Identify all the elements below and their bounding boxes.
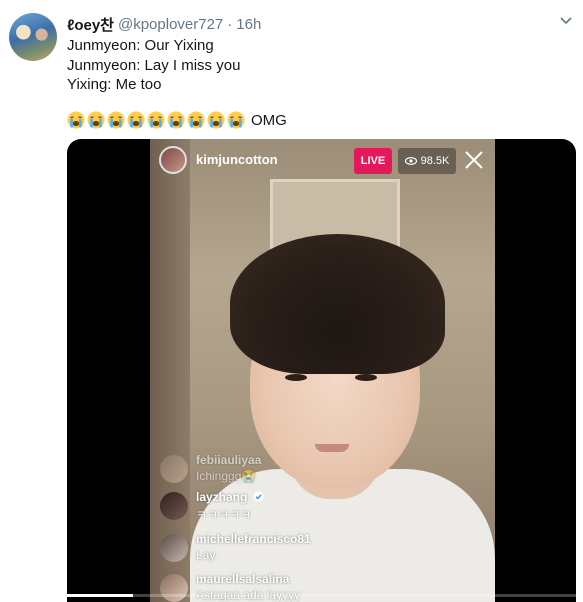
tweet-header: ℓoey찬 @kpoplover727 · 16h (67, 14, 261, 34)
comment-text: Lay (196, 548, 216, 562)
comment-user: maurellsalsalina (196, 572, 290, 586)
eye-icon (404, 157, 417, 165)
tweet-line: Yixing: Me too (67, 76, 162, 93)
video-progress-fill (67, 594, 134, 597)
separator-dot: · (227, 15, 233, 33)
comment-text: Ichinggg😭 (196, 469, 257, 483)
commenter-avatar (160, 534, 188, 562)
tweet-line: Junmyeon: Our Yixing (67, 37, 214, 54)
tweet-text: Junmyeon: Our Yixing Junmyeon: Lay I mis… (67, 36, 240, 95)
scene-mouth (315, 444, 349, 452)
loudly-crying-face-icon (107, 111, 125, 129)
comment-user: michellefrancisco81 (196, 532, 311, 546)
scene-eye (355, 374, 377, 381)
close-icon[interactable] (463, 149, 485, 171)
timestamp[interactable]: 16h (236, 16, 261, 33)
tweet-line: Junmyeon: Lay I miss you (67, 56, 241, 74)
loudly-crying-face-icon (127, 111, 145, 129)
viewer-badge: 98.5K (398, 148, 456, 174)
tweet[interactable]: ℓoey찬 @kpoplover727 · 16h Junmyeon: Our … (0, 0, 583, 602)
display-name[interactable]: ℓoey찬 (67, 14, 114, 35)
comment-user: layzhang (196, 490, 264, 504)
host-avatar[interactable] (159, 146, 187, 174)
loudly-crying-face-icon (87, 111, 105, 129)
emoji-row (67, 111, 247, 129)
loudly-crying-face-icon (167, 111, 185, 129)
emoji-suffix: OMG (251, 111, 287, 129)
profile-avatar[interactable] (9, 13, 57, 61)
commenter-avatar (160, 574, 188, 602)
commenter-avatar (160, 455, 188, 483)
video-progress[interactable] (67, 594, 576, 597)
loudly-crying-face-icon (207, 111, 225, 129)
viewer-count: 98.5K (420, 155, 450, 167)
comment-username: layzhang (196, 490, 248, 504)
emoji-line: OMG (67, 110, 287, 130)
loudly-crying-face-icon (147, 111, 165, 129)
live-label: LIVE (360, 155, 386, 167)
verified-icon (253, 491, 264, 502)
scene-hair (230, 234, 445, 374)
loudly-crying-face-icon (67, 111, 85, 129)
username[interactable]: @kpoplover727 (118, 16, 223, 33)
comment-text: ㅋㅋㅋㅋㅋ (196, 508, 252, 522)
loudly-crying-face-icon (187, 111, 205, 129)
video-player[interactable]: kimjuncotton LIVE 98.5K febiiauliyaa Ich… (67, 139, 576, 602)
scene-eye (285, 374, 307, 381)
scene-wall (150, 139, 190, 602)
live-badge: LIVE (354, 148, 392, 174)
loudly-crying-face-icon (227, 111, 245, 129)
live-header: kimjuncotton LIVE 98.5K (67, 139, 576, 183)
chevron-down-icon[interactable] (558, 14, 574, 28)
commenter-avatar (160, 492, 188, 520)
comment-user: febiiauliyaa (196, 453, 262, 467)
host-name[interactable]: kimjuncotton (196, 152, 278, 167)
